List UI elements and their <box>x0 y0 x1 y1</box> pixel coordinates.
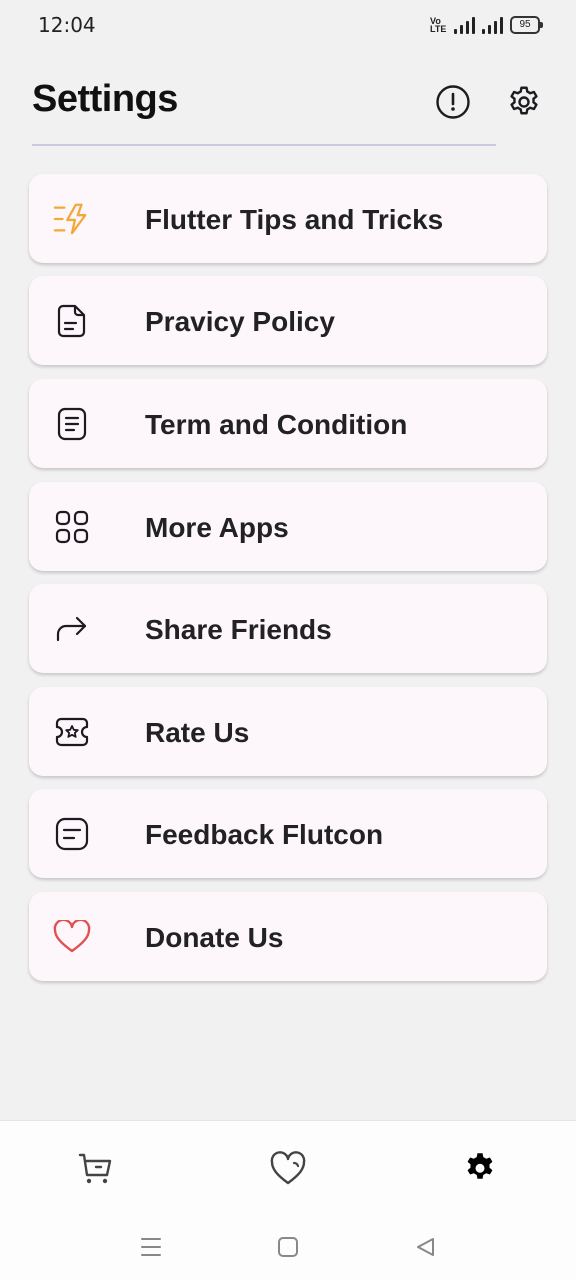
header-divider <box>32 144 496 146</box>
nav-cart[interactable] <box>74 1147 118 1191</box>
nav-favorites[interactable] <box>266 1147 310 1191</box>
menu-item-label: Feedback Flutcon <box>145 819 384 850</box>
menu-item-feedback[interactable]: Feedback Flutcon <box>29 789 547 878</box>
menu-item-privacy-policy[interactable]: Pravicy Policy <box>29 276 547 365</box>
feedback-icon <box>53 815 91 853</box>
menu-item-label: More Apps <box>145 512 289 543</box>
menu-icon <box>141 1238 161 1256</box>
page-title: Settings <box>32 78 178 120</box>
system-menu-button[interactable] <box>136 1232 166 1262</box>
status-bar: 12:04 Vo LTE 95 <box>0 0 576 50</box>
heart-icon <box>270 1151 306 1185</box>
document-icon <box>53 302 91 340</box>
menu-item-label: Pravicy Policy <box>145 306 335 337</box>
cart-icon <box>78 1153 112 1184</box>
battery-icon: 95 <box>510 16 543 34</box>
share-icon <box>53 610 91 648</box>
bottom-navigation <box>0 1120 576 1215</box>
system-home-button[interactable] <box>273 1232 303 1262</box>
bolt-icon <box>53 200 91 238</box>
menu-item-label: Share Friends <box>145 614 332 645</box>
signal-icon <box>482 16 504 34</box>
nav-settings[interactable] <box>458 1147 502 1191</box>
system-navigation <box>0 1214 576 1280</box>
ticket-star-icon <box>53 713 91 751</box>
grid-icon <box>53 508 91 546</box>
menu-item-label: Term and Condition <box>145 409 408 440</box>
menu-item-label: Flutter Tips and Tricks <box>145 204 444 235</box>
menu-item-terms[interactable]: Term and Condition <box>29 379 547 468</box>
info-button[interactable] <box>433 82 473 122</box>
back-triangle-icon <box>417 1238 434 1256</box>
menu-item-rate-us[interactable]: Rate Us <box>29 687 547 776</box>
heart-icon <box>53 918 91 956</box>
volte-icon: Vo LTE <box>430 17 448 34</box>
menu-item-donate[interactable]: Donate Us <box>29 892 547 981</box>
gear-icon <box>467 1153 493 1179</box>
menu-item-more-apps[interactable]: More Apps <box>29 482 547 571</box>
home-square-icon <box>278 1237 298 1257</box>
menu-item-label: Rate Us <box>145 717 250 748</box>
menu-item-share-friends[interactable]: Share Friends <box>29 584 547 673</box>
terms-icon <box>53 405 91 443</box>
menu-item-flutter-tips[interactable]: Flutter Tips and Tricks <box>29 174 547 263</box>
volte-line-2: LTE <box>430 24 447 34</box>
system-back-button[interactable] <box>410 1232 440 1262</box>
status-time: 12:04 <box>38 13 96 37</box>
gear-icon <box>510 86 538 115</box>
info-icon <box>436 85 470 119</box>
signal-icon <box>454 16 476 34</box>
menu-item-label: Donate Us <box>145 922 284 953</box>
status-icons: Vo LTE 95 <box>430 14 543 36</box>
settings-button[interactable] <box>504 82 544 122</box>
